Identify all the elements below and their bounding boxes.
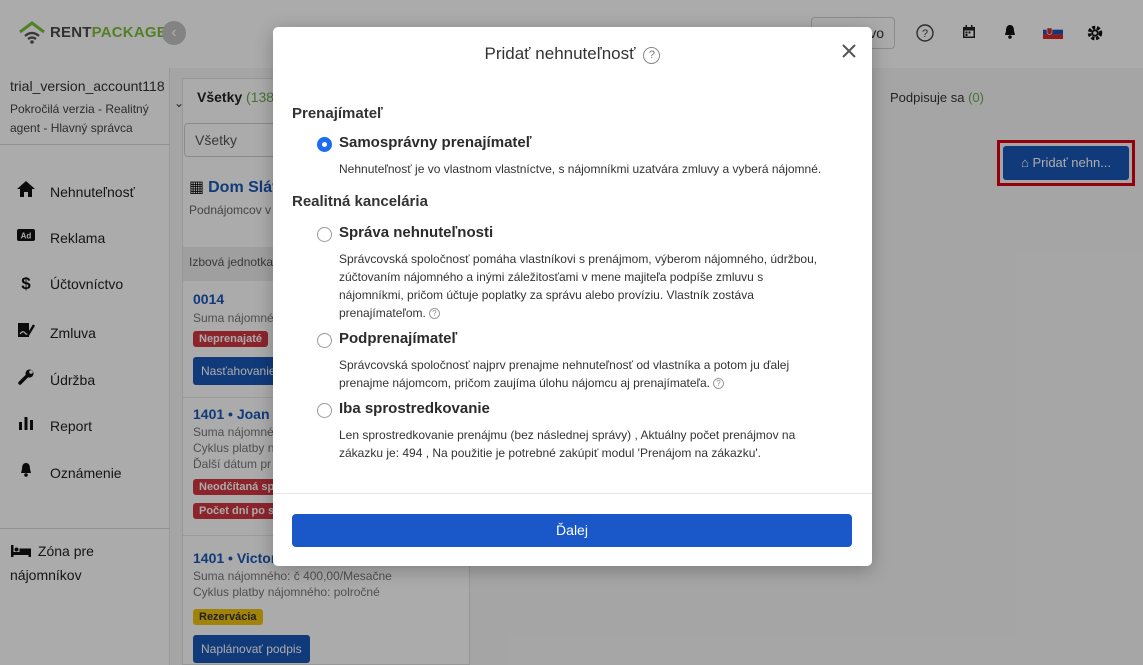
option-description: Správcovská spoločnosť najprv prenajme n… <box>339 356 824 392</box>
close-icon <box>842 44 856 58</box>
add-property-modal: Pridať nehnuteľnosť? Prenajímateľ Samosp… <box>273 27 872 566</box>
close-button[interactable] <box>839 42 859 62</box>
radio-self-managed[interactable] <box>317 137 332 152</box>
radio-brokerage-only[interactable] <box>317 403 332 418</box>
section-agency: Realitná kancelária <box>292 193 428 210</box>
option-label[interactable]: Iba sprostredkovanie <box>339 400 490 417</box>
radio-sublessor[interactable] <box>317 333 332 348</box>
option-description: Nehnuteľnosť je vo vlastnom vlastníctve,… <box>339 162 822 176</box>
option-label[interactable]: Podprenajímateľ <box>339 330 457 347</box>
help-icon[interactable]: ? <box>713 378 725 389</box>
option-self-managed-landlord[interactable]: Samosprávny prenajímateľ Nehnuteľnosť je… <box>317 134 837 180</box>
option-description: Správcovská spoločnosť pomáha vlastníkov… <box>339 250 824 322</box>
option-brokerage-only[interactable]: Iba sprostredkovanie Len sprostredkovani… <box>317 400 837 464</box>
option-property-management[interactable]: Správa nehnuteľnosti Správcovská spoločn… <box>317 224 837 324</box>
option-description: Len sprostredkovanie prenájmu (bez násle… <box>339 428 796 460</box>
help-icon[interactable]: ? <box>428 308 440 319</box>
modal-footer-divider <box>273 493 872 494</box>
option-sublessor[interactable]: Podprenajímateľ Správcovská spoločnosť n… <box>317 330 837 394</box>
help-icon[interactable]: ? <box>643 47 661 64</box>
radio-property-management[interactable] <box>317 227 332 242</box>
modal-title: Pridať nehnuteľnosť? <box>273 44 872 64</box>
option-label[interactable]: Samosprávny prenajímateľ <box>339 134 532 151</box>
modal-title-text: Pridať nehnuteľnosť <box>484 44 636 63</box>
modal-header: Pridať nehnuteľnosť? <box>273 27 872 83</box>
option-label[interactable]: Správa nehnuteľnosti <box>339 224 493 241</box>
next-button[interactable]: Ďalej <box>292 514 852 547</box>
option-description-text: Správcovská spoločnosť pomáha vlastníkov… <box>339 252 818 320</box>
section-landlord: Prenajímateľ <box>292 105 383 122</box>
